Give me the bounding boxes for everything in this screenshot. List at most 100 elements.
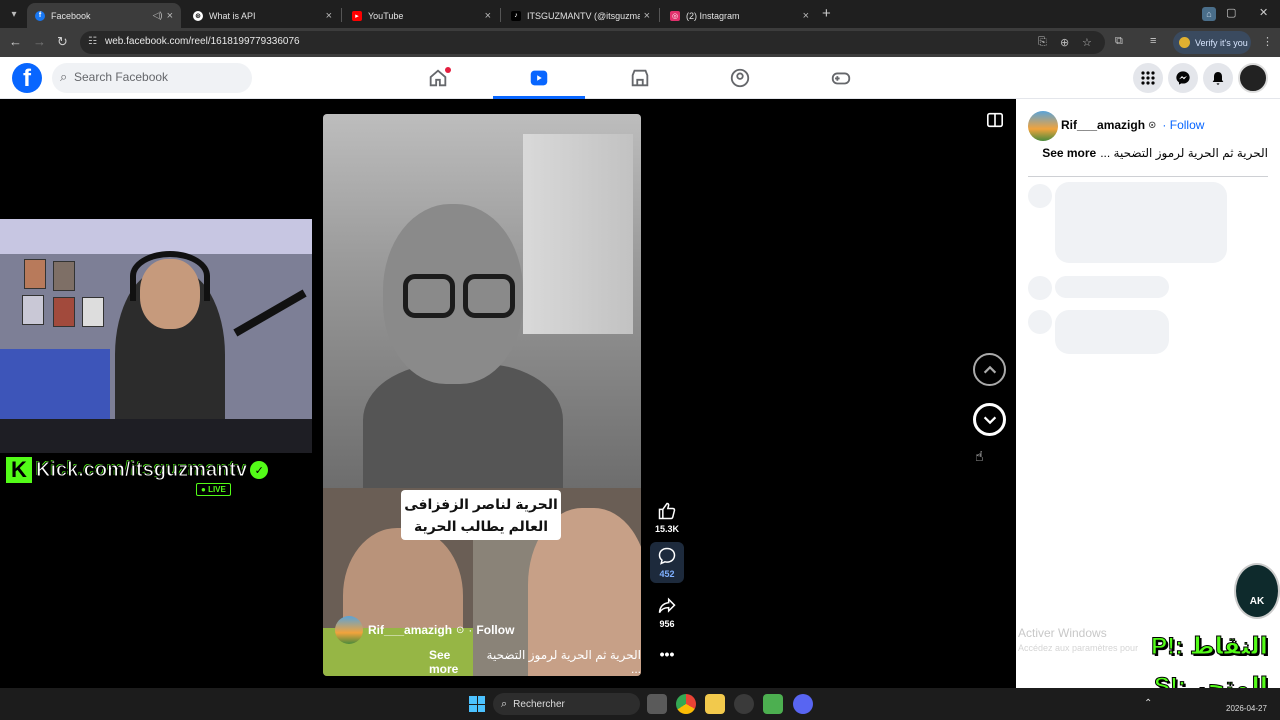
webcam-poster [22, 295, 44, 325]
loading-comment-placeholder [1055, 182, 1227, 263]
loading-avatar-placeholder [1028, 276, 1052, 300]
see-more-link[interactable]: See more [429, 648, 479, 676]
system-tray-icon[interactable]: ⌃ [1144, 698, 1152, 709]
nav-home[interactable] [392, 57, 484, 98]
reload-icon[interactable]: ↻ [57, 34, 68, 50]
reading-list-icon[interactable]: ≡ [1150, 35, 1156, 47]
verify-identity-button[interactable]: Verify it's you [1173, 31, 1251, 54]
avatar-icon [1179, 37, 1190, 48]
nav-marketplace[interactable] [594, 57, 686, 98]
file-explorer-icon[interactable] [705, 694, 725, 714]
author-avatar[interactable] [1028, 111, 1058, 141]
author-name[interactable]: Rif___amazigh [368, 623, 452, 637]
bookmark-star-icon[interactable]: ☆ [1082, 36, 1092, 49]
extensions-icon[interactable]: ⧉ [1115, 35, 1123, 48]
task-view-icon[interactable] [647, 694, 667, 714]
chrome-icon[interactable] [676, 694, 696, 714]
tab-search-button[interactable]: ▾ [4, 4, 24, 24]
address-bar[interactable]: ☷ web.facebook.com/reel/1618199779336076… [80, 31, 1105, 54]
speaker-icon[interactable]: ◁) [153, 10, 163, 21]
tab-separator [341, 8, 342, 22]
profile-icon[interactable]: ⌂ [1202, 7, 1216, 21]
tab-tiktok[interactable]: ♪ ITSGUZMANTV (@itsguzmantv × [503, 3, 658, 28]
sidebar-toggle-icon [986, 112, 1004, 128]
profile-avatar[interactable] [1238, 63, 1268, 93]
share-button[interactable]: 956 [650, 596, 684, 629]
messenger-icon [1176, 71, 1190, 85]
forward-icon[interactable]: → [33, 34, 46, 49]
facebook-header: f ⌕ Search Facebook [0, 57, 1280, 99]
nav-groups[interactable] [694, 57, 786, 98]
back-icon[interactable]: ← [9, 34, 22, 49]
activate-windows-title: Activer Windows [1018, 626, 1107, 640]
instagram-icon: ◎ [670, 10, 680, 21]
follow-label: Follow [1169, 118, 1205, 132]
maximize-icon[interactable]: ▢ [1226, 6, 1236, 19]
next-reel-button[interactable] [973, 403, 1006, 436]
notification-dot [445, 67, 451, 73]
menu-icon[interactable]: ⋮ [1262, 35, 1273, 48]
android-app-icon[interactable] [763, 694, 783, 714]
webcam-headset [130, 251, 210, 301]
obs-icon[interactable] [734, 694, 754, 714]
new-tab-button[interactable]: + [822, 5, 831, 22]
install-app-icon[interactable]: ⎘ [1038, 36, 1047, 49]
tab-what-is-api[interactable]: ⊛ What is API × [185, 3, 340, 28]
close-tab-icon[interactable]: × [485, 10, 491, 22]
nav-reels[interactable] [493, 57, 585, 99]
facebook-logo[interactable]: f [12, 63, 42, 93]
loading-avatar-placeholder [1028, 310, 1052, 334]
sidebar-caption: See more الحرية ثم الحرية لرموز التضحية … [1042, 146, 1268, 160]
follow-button[interactable]: · Follow [1162, 118, 1204, 132]
mouse-pointer-icon: ☝ [975, 448, 984, 464]
facebook-icon: f [35, 10, 45, 21]
screen: ▾ f Facebook ◁) × ⊛ What is API × ▸ YouT… [0, 0, 1280, 720]
site-info-icon[interactable]: ☷ [88, 36, 97, 47]
overlay-line-1: الحرية لناصر الزفزافى [404, 496, 558, 512]
see-more-link[interactable]: See more [1042, 146, 1096, 160]
follow-button[interactable]: Follow [476, 623, 514, 637]
author-avatar[interactable] [335, 616, 363, 644]
close-tab-icon[interactable]: × [803, 10, 809, 22]
layout-toggle-button[interactable] [986, 111, 1004, 134]
discord-icon[interactable] [793, 694, 813, 714]
close-tab-icon[interactable]: × [167, 10, 173, 22]
messenger-button[interactable] [1168, 63, 1198, 93]
gaming-icon [831, 72, 851, 84]
comment-button[interactable]: 452 [650, 542, 684, 583]
tab-youtube[interactable]: ▸ YouTube × [344, 3, 499, 28]
nav-gaming[interactable] [795, 57, 887, 98]
notifications-button[interactable] [1203, 63, 1233, 93]
verified-icon: ⊙ [456, 624, 465, 636]
loading-comment-placeholder [1055, 276, 1169, 298]
previous-reel-button[interactable] [973, 353, 1006, 386]
more-options-button[interactable]: ••• [650, 646, 684, 662]
verified-check-icon: ✓ [250, 461, 269, 479]
taskbar-search[interactable]: ⌕ Rechercher [493, 693, 640, 715]
webcam-mic-arm [233, 289, 307, 337]
tab-separator [659, 8, 660, 22]
taskbar-search-label: Rechercher [513, 698, 565, 710]
search-input[interactable]: ⌕ Search Facebook [52, 63, 252, 93]
close-window-icon[interactable]: ✕ [1259, 6, 1268, 19]
reel-video[interactable]: الحرية لناصر الزفزافى العالم يطالب الحري… [323, 114, 641, 676]
reels-icon [530, 70, 548, 85]
loading-avatar-placeholder [1028, 184, 1052, 208]
webcam-poster [53, 297, 75, 327]
background-curtain [523, 134, 633, 334]
windows-start-icon[interactable] [469, 696, 485, 712]
overlay-line-2: العالم يطالب الحرية [413, 518, 549, 534]
more-dots-icon: ••• [659, 646, 675, 662]
close-tab-icon[interactable]: × [326, 10, 332, 22]
youtube-icon: ▸ [352, 10, 362, 21]
author-name[interactable]: Rif___amazigh [1061, 118, 1145, 132]
webcam-poster [53, 261, 75, 291]
like-button[interactable]: 15.3K [650, 501, 684, 534]
tab-instagram[interactable]: ◎ (2) Instagram × [662, 3, 817, 28]
close-tab-icon[interactable]: × [644, 10, 650, 22]
badge-label: AK [1249, 596, 1265, 607]
menu-grid-button[interactable] [1133, 63, 1163, 93]
tab-facebook[interactable]: f Facebook ◁) × [27, 3, 181, 28]
thumbs-up-icon [658, 502, 676, 520]
zoom-icon[interactable]: ⊕ [1060, 36, 1069, 49]
